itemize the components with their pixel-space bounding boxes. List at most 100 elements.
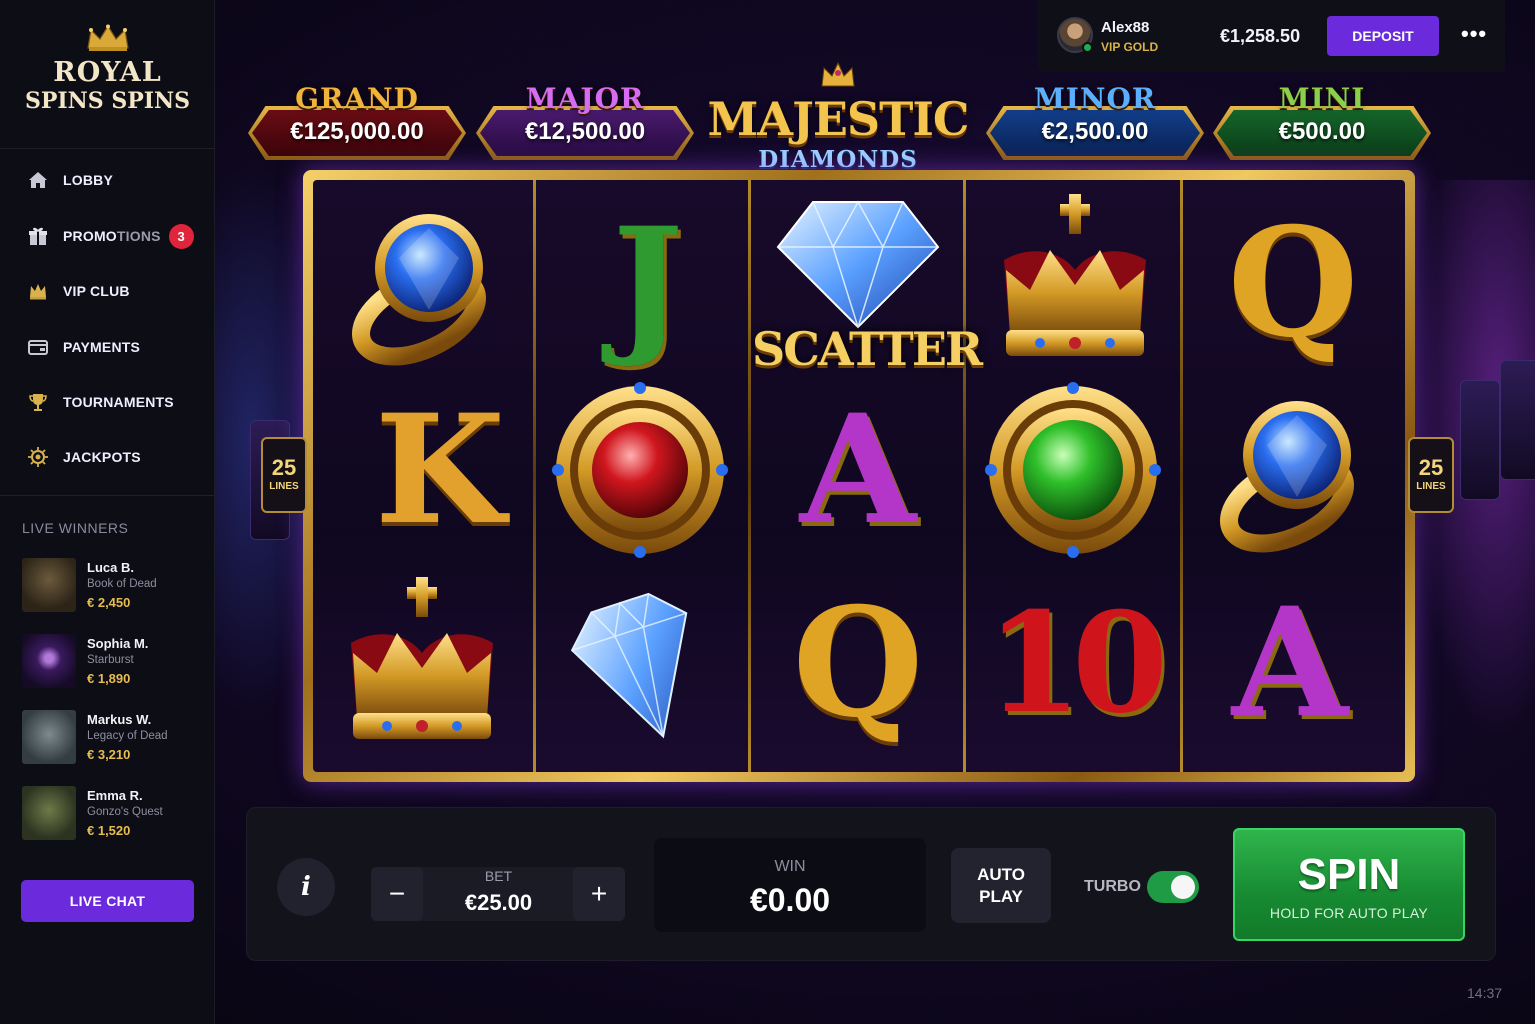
spin-button[interactable]: SPIN HOLD FOR AUTO PLAY — [1233, 828, 1465, 941]
live-winners-title: LIVE WINNERS — [22, 520, 129, 536]
gift-icon — [29, 227, 47, 245]
reel-symbol-a: A — [1231, 575, 1349, 751]
sidebar-item-label: LOBBY — [63, 172, 113, 188]
title-crown-icon — [821, 61, 855, 87]
winner-name: Markus W. — [87, 712, 152, 727]
winner-amount: € 1,520 — [87, 823, 131, 838]
paylines-indicator-left: 25 LINES — [261, 437, 307, 513]
brand-logo[interactable]: ROYAL SPINS SPINS — [0, 24, 215, 134]
game-title-main: MAJESTIC — [707, 92, 969, 146]
reel-symbol-blue-diamond — [540, 570, 740, 760]
sapphire-ring-icon — [352, 214, 486, 366]
reel-symbol-10: 10 — [985, 581, 1168, 744]
decrease-bet-button[interactable]: − — [371, 867, 423, 921]
live-winner-item[interactable]: Emma R. Gonzo's Quest € 1,520 — [22, 786, 212, 844]
live-winner-item[interactable]: Luca B. Book of Dead € 2,450 — [22, 558, 212, 616]
sidebar: ROYAL SPINS SPINS LOBBY PROMOTIONS 3 VIP… — [0, 0, 215, 1024]
background-slot-machine — [1500, 360, 1535, 480]
reel-symbol-crown — [322, 568, 522, 758]
coins-icon — [28, 447, 48, 467]
game-thumbnail — [22, 786, 76, 840]
jackpot-value: €12,500.00 — [524, 118, 646, 145]
sidebar-item-tournaments[interactable]: TOURNAMENTS — [0, 380, 215, 424]
winner-game: Starburst — [87, 654, 134, 666]
clock: 14:37 — [1467, 985, 1503, 1001]
reel-symbol-q: Q — [1227, 195, 1359, 371]
jackpot-grand: GRAND €125,000.00 — [248, 82, 466, 162]
reel-symbol-crown — [975, 185, 1175, 375]
reel-symbol-k: K — [374, 382, 506, 558]
wallet-icon — [28, 340, 48, 355]
bet-label: BET — [484, 868, 513, 884]
account-bar: Alex88 VIP GOLD €1,258.50 DEPOSIT ••• — [1037, 0, 1505, 72]
deposit-button[interactable]: DEPOSIT — [1327, 16, 1439, 56]
balance: €1,258.50 — [1220, 26, 1301, 46]
live-chat-button[interactable]: LIVE CHAT — [21, 880, 194, 922]
winner-amount: € 1,890 — [87, 671, 131, 686]
ruby-amulet-icon — [552, 382, 728, 558]
sidebar-item-vip-club[interactable]: VIP CLUB — [0, 269, 215, 313]
reel-symbol-sapphire-ring — [322, 188, 522, 378]
reel-symbol-sapphire-ring — [1190, 375, 1390, 565]
crown-icon — [30, 284, 46, 300]
live-winner-item[interactable]: Sophia M. Starburst € 1,890 — [22, 634, 212, 692]
info-button[interactable]: i — [277, 858, 335, 916]
game-thumbnail — [22, 558, 76, 612]
reel-symbol-emerald-amulet — [973, 375, 1173, 565]
sidebar-item-label: PROMOTIONS — [63, 228, 161, 244]
more-options-icon[interactable]: ••• — [1461, 22, 1486, 50]
game-thumbnail — [22, 634, 76, 688]
game-thumbnail — [22, 710, 76, 764]
game-title: MAJESTIC DIAMONDS — [700, 60, 976, 178]
sidebar-divider — [0, 495, 215, 496]
jackpot-minor: MINOR €2,500.00 — [986, 82, 1204, 162]
jackpot-name: GRAND — [295, 82, 419, 115]
emerald-amulet-icon — [985, 382, 1161, 558]
reel-symbol-j: J — [612, 195, 684, 371]
crown-symbol-icon — [351, 577, 493, 739]
avatar[interactable] — [1057, 17, 1093, 53]
sidebar-item-label: JACKPOTS — [63, 449, 141, 465]
crown-symbol-icon — [1004, 194, 1146, 356]
blue-diamond-icon — [570, 592, 688, 739]
spin-sublabel: HOLD FOR AUTO PLAY — [1269, 905, 1429, 921]
win-display: WIN €0.00 — [654, 838, 926, 932]
brand-name-line1: ROYAL — [53, 57, 162, 88]
win-label: WIN — [774, 858, 806, 875]
background-slot-machine — [1460, 380, 1500, 500]
jackpot-mini: MINI €500.00 — [1213, 82, 1431, 162]
sidebar-item-lobby[interactable]: LOBBY — [0, 158, 215, 202]
winner-game: Legacy of Dead — [87, 730, 168, 742]
bet-value: €25.00 — [464, 890, 533, 915]
turbo-toggle[interactable] — [1147, 871, 1199, 903]
notification-badge: 3 — [168, 223, 194, 249]
toggle-knob — [1171, 875, 1195, 899]
spin-label: SPIN — [1297, 850, 1401, 899]
live-winner-item[interactable]: Markus W. Legacy of Dead € 3,210 — [22, 710, 212, 768]
sidebar-item-promotions[interactable]: PROMOTIONS 3 — [0, 214, 215, 258]
online-status-dot — [1082, 42, 1093, 53]
crown-logo-icon — [86, 24, 129, 51]
jackpot-name: MINOR — [1033, 82, 1157, 115]
winner-game: Gonzo's Quest — [87, 806, 163, 818]
game-title-sub: DIAMONDS — [758, 146, 918, 173]
trophy-icon — [29, 394, 47, 411]
vip-tier-badge: VIP GOLD — [1101, 40, 1159, 54]
jackpot-major: MAJOR €12,500.00 — [476, 82, 694, 162]
sidebar-item-payments[interactable]: PAYMENTS — [0, 325, 215, 369]
win-value: €0.00 — [749, 882, 831, 918]
autoplay-button[interactable]: AUTO PLAY — [951, 848, 1051, 923]
winner-game: Book of Dead — [87, 578, 157, 590]
winner-name: Emma R. — [87, 788, 143, 803]
jackpot-value: €2,500.00 — [1041, 118, 1149, 145]
reel-symbol-a: A — [799, 382, 917, 558]
sidebar-item-label: VIP CLUB — [63, 283, 130, 299]
winner-name: Luca B. — [87, 560, 134, 575]
turbo-label: TURBO — [1084, 878, 1141, 895]
sapphire-ring-icon — [1220, 401, 1354, 553]
sidebar-item-jackpots[interactable]: JACKPOTS — [0, 435, 215, 479]
sidebar-item-label: PAYMENTS — [63, 339, 141, 355]
reel-separator — [963, 180, 966, 772]
increase-bet-button[interactable]: + — [573, 867, 625, 921]
reel-separator — [1180, 180, 1183, 772]
